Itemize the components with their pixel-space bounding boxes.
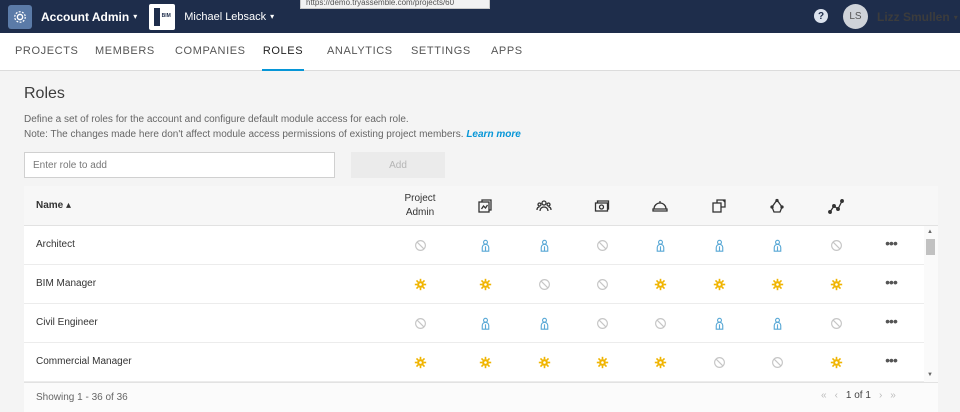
last-page-icon[interactable]: » [890,390,896,401]
table-header: Name ▴ Project Admin [24,186,938,226]
team-icon [516,186,572,226]
docs-access-user-icon[interactable] [457,313,513,333]
tab-projects[interactable]: PROJECTS [15,33,78,71]
docs-icon [457,186,513,226]
role-name: Commercial Manager [36,356,132,367]
first-page-icon[interactable]: « [821,390,827,401]
roles-table: Name ▴ Project Admin Architect ••• BIM Mana… [24,186,938,412]
url-tooltip: https://demo.tryassemble.com/projects/60 [300,0,490,9]
table-row[interactable]: Civil Engineer ••• [24,304,924,343]
project-admin-access-admin-icon[interactable] [392,274,448,294]
graph-access-admin-icon[interactable] [808,274,864,294]
graph-access-none-icon[interactable] [808,313,864,333]
insight-access-none-icon[interactable] [749,352,805,372]
team-access-user-icon[interactable] [516,313,572,333]
more-actions-icon[interactable]: ••• [880,275,902,291]
cost-access-admin-icon[interactable] [574,352,630,372]
page-description: Define a set of roles for the account an… [24,112,521,142]
role-name: Architect [36,239,75,250]
gear-icon[interactable] [8,4,32,29]
role-input[interactable] [24,152,335,178]
prev-page-icon[interactable]: ‹ [835,390,838,401]
showing-count: Showing 1 - 36 of 36 [36,392,128,403]
more-actions-icon[interactable]: ••• [880,353,902,369]
chevron-down-icon: ▾ [133,12,138,21]
chevron-down-icon: ▾ [953,12,958,22]
field-icon [632,186,688,226]
graph-access-admin-icon[interactable] [808,352,864,372]
main-nav: PROJECTS MEMBERS COMPANIES ROLES ANALYTI… [0,33,960,71]
more-actions-icon[interactable]: ••• [880,236,902,252]
description-line-2: Note: The changes made here don't affect… [24,129,464,140]
user-menu[interactable]: Lizz Smullen ▾ [877,10,958,24]
design-access-user-icon[interactable] [691,235,747,255]
table-body: Architect ••• BIM Manager ••• Civil Engineer… [24,226,924,382]
tab-members[interactable]: MEMBERS [95,33,155,71]
name-column-header[interactable]: Name ▴ [36,200,71,211]
table-row[interactable]: Commercial Manager ••• [24,343,924,382]
account-admin-menu[interactable]: Account Admin ▾ [41,10,137,24]
avatar[interactable]: LS [843,4,868,29]
graph-icon [808,186,864,226]
design-access-none-icon[interactable] [691,352,747,372]
project-admin-access-none-icon[interactable] [392,313,448,333]
field-access-admin-icon[interactable] [632,274,688,294]
project-name: Michael Lebsack [184,10,267,23]
user-name: Lizz Smullen [877,10,950,24]
design-access-user-icon[interactable] [691,313,747,333]
insight-access-user-icon[interactable] [749,235,805,255]
tab-apps[interactable]: APPS [491,33,523,71]
learn-more-link[interactable]: Learn more [466,129,520,140]
pagination: « ‹ 1 of 1 › » [821,390,896,401]
docs-access-admin-icon[interactable] [457,352,513,372]
cost-access-none-icon[interactable] [574,274,630,294]
field-access-none-icon[interactable] [632,313,688,333]
description-line-1: Define a set of roles for the account an… [24,114,409,125]
project-admin-access-none-icon[interactable] [392,235,448,255]
table-row[interactable]: Architect ••• [24,226,924,265]
field-access-user-icon[interactable] [632,235,688,255]
team-access-none-icon[interactable] [516,274,572,294]
docs-access-admin-icon[interactable] [457,274,513,294]
cost-icon [574,186,630,226]
table-row[interactable]: BIM Manager ••• [24,265,924,304]
field-access-admin-icon[interactable] [632,352,688,372]
project-logo: BIM [149,3,176,30]
more-actions-icon[interactable]: ••• [880,314,902,330]
insight-icon [749,186,805,226]
tab-settings[interactable]: SETTINGS [411,33,471,71]
page-indicator: 1 of 1 [845,390,871,401]
graph-access-none-icon[interactable] [808,235,864,255]
scroll-up-icon[interactable]: ▲ [927,229,933,235]
tab-analytics[interactable]: ANALYTICS [327,33,393,71]
table-scrollbar[interactable]: ▲ ▼ [924,226,938,382]
insight-access-user-icon[interactable] [749,313,805,333]
scroll-down-icon[interactable]: ▼ [927,372,933,378]
docs-access-user-icon[interactable] [457,235,513,255]
design-access-admin-icon[interactable] [691,274,747,294]
scroll-thumb[interactable] [926,239,935,255]
cost-access-none-icon[interactable] [574,235,630,255]
insight-access-admin-icon[interactable] [749,274,805,294]
tab-companies[interactable]: COMPANIES [175,33,246,71]
page-title: Roles [24,85,65,102]
cost-access-none-icon[interactable] [574,313,630,333]
design-icon [691,186,747,226]
table-footer: Showing 1 - 36 of 36 « ‹ 1 of 1 › » [24,382,938,412]
team-access-admin-icon[interactable] [516,352,572,372]
role-name: Civil Engineer [36,317,98,328]
project-admin-header: Project Admin [404,193,436,218]
project-admin-access-admin-icon[interactable] [392,352,448,372]
chevron-down-icon: ▾ [270,12,275,21]
account-admin-label: Account Admin [41,9,130,24]
next-page-icon[interactable]: › [879,390,882,401]
help-icon[interactable]: ? [814,9,828,23]
add-role-button[interactable]: Add [351,152,445,178]
tab-roles[interactable]: ROLES [262,33,304,71]
team-access-user-icon[interactable] [516,235,572,255]
role-name: BIM Manager [36,278,97,289]
project-selector[interactable]: Michael Lebsack ▾ [184,11,274,23]
